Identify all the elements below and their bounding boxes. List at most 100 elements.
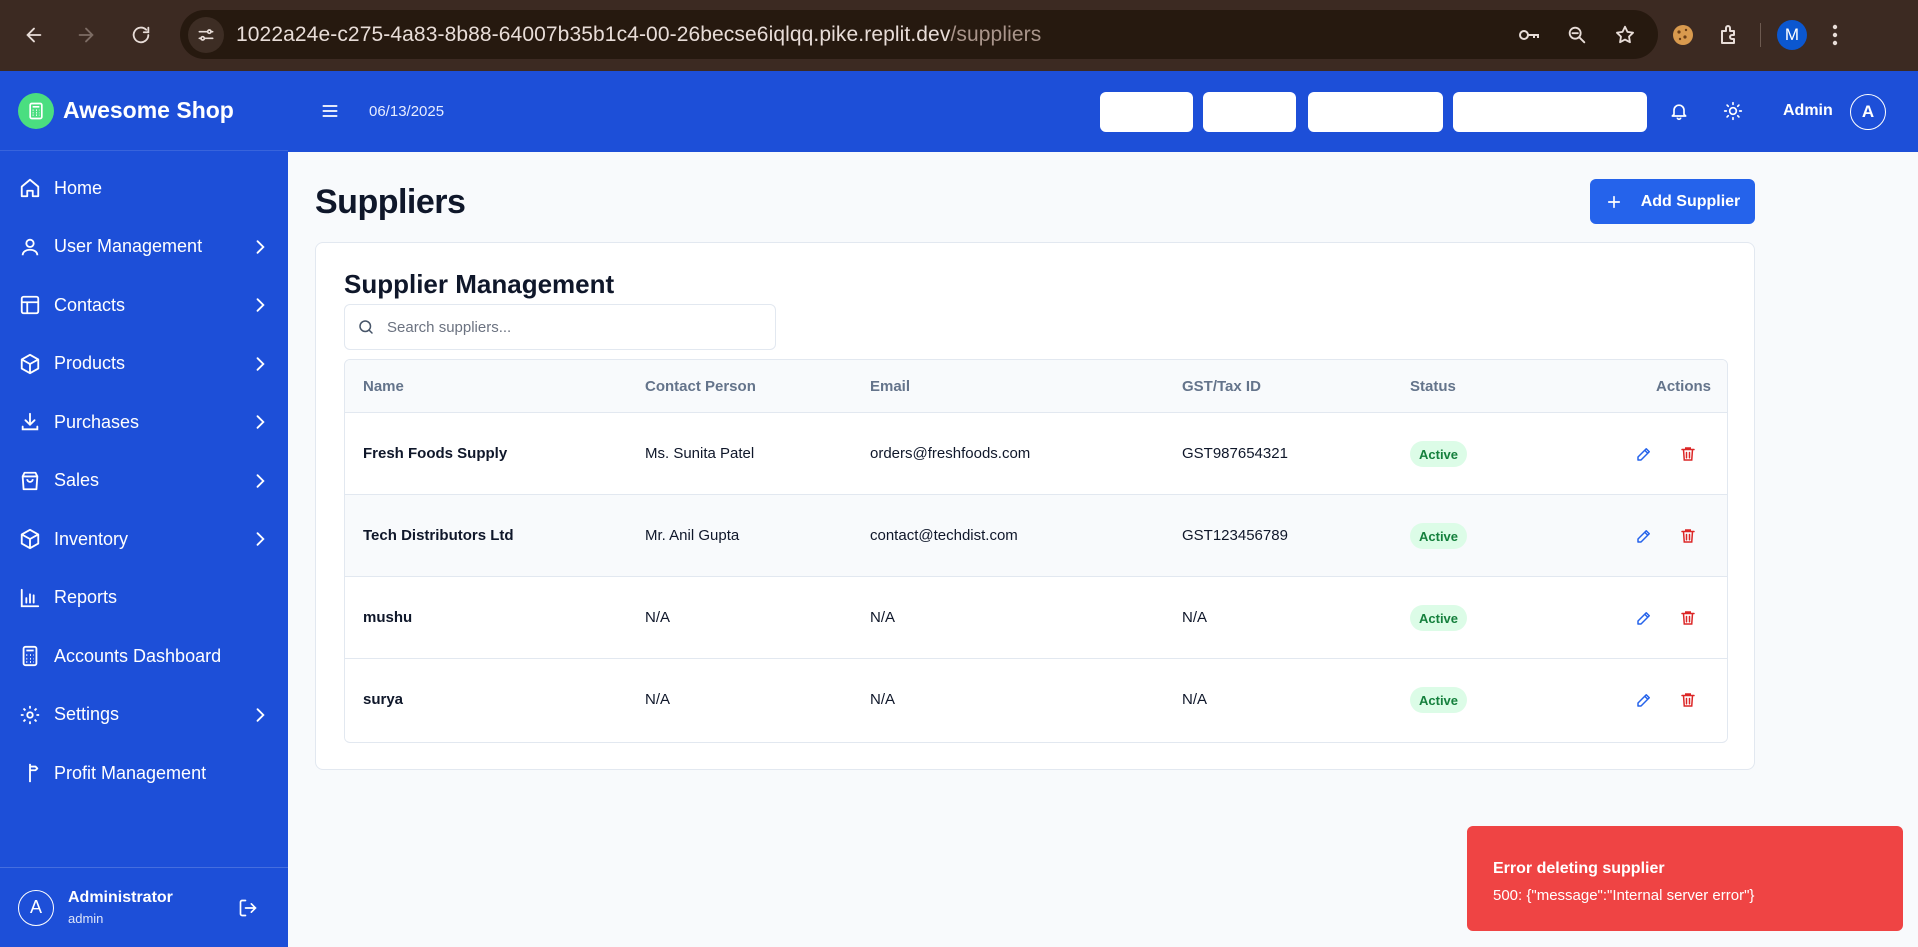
sidebar-item-label: Contacts xyxy=(54,294,126,315)
sidebar-item-accounts-dashboard[interactable]: Accounts Dashboard xyxy=(0,627,288,686)
add-supplier-button[interactable]: Add Supplier xyxy=(1590,179,1755,224)
contact-person: Ms. Sunita Patel xyxy=(645,445,755,462)
key-icon[interactable] xyxy=(1510,16,1548,54)
address-bar[interactable]: 1022a24e-c275-4a83-8b88-64007b35b1c4-00-… xyxy=(180,10,1658,59)
contact-person: N/A xyxy=(645,609,671,626)
package-icon xyxy=(18,527,42,551)
top-header: 06/13/2025 Admin A xyxy=(288,71,1918,152)
menu-icon[interactable] xyxy=(318,99,342,123)
trash-icon[interactable] xyxy=(1676,442,1700,466)
column-header-name[interactable]: Name xyxy=(363,378,404,395)
sidebar: Awesome Shop Home User Management Contac… xyxy=(0,71,288,947)
supplier-name: Tech Distributors Ltd xyxy=(363,527,514,544)
star-icon[interactable] xyxy=(1606,16,1644,54)
table-row[interactable]: surya N/A N/A N/A Active xyxy=(345,659,1727,741)
status-badge: Active xyxy=(1410,605,1468,631)
reload-icon xyxy=(132,26,150,44)
calculator-icon xyxy=(18,644,42,668)
error-toast[interactable]: Error deleting supplier 500: {"message":… xyxy=(1467,826,1903,931)
user-name: Administrator xyxy=(68,889,173,906)
kebab-menu-icon[interactable] xyxy=(1823,20,1847,50)
table-header: Name Contact Person Email GST/Tax ID Sta… xyxy=(345,360,1727,413)
current-date: 06/13/2025 xyxy=(369,103,445,120)
chevron-right-icon xyxy=(248,352,272,376)
email: orders@freshfoods.com xyxy=(870,445,1031,462)
cookie-icon[interactable] xyxy=(1668,20,1698,50)
sidebar-item-inventory[interactable]: Inventory xyxy=(0,510,288,569)
search-box[interactable] xyxy=(344,304,776,350)
sidebar-item-settings[interactable]: Settings xyxy=(0,686,288,745)
header-button-4[interactable] xyxy=(1453,92,1647,132)
edit-icon[interactable] xyxy=(1632,606,1656,630)
reload-button[interactable] xyxy=(121,15,161,55)
sidebar-item-profit-management[interactable]: Profit Management xyxy=(0,744,288,803)
edit-icon[interactable] xyxy=(1632,524,1656,548)
sidebar-item-purchases[interactable]: Purchases xyxy=(0,393,288,452)
sidebar-item-label: Profit Management xyxy=(54,762,207,783)
sidebar-menu: Home User Management Contacts Products P… xyxy=(0,151,288,803)
calculator-logo-icon xyxy=(18,92,54,129)
table-row[interactable]: mushu N/A N/A N/A Active xyxy=(345,577,1727,659)
sidebar-item-products[interactable]: Products xyxy=(0,335,288,394)
gst-id: N/A xyxy=(1182,609,1208,626)
trash-icon[interactable] xyxy=(1676,606,1700,630)
sidebar-item-sales[interactable]: Sales xyxy=(0,452,288,511)
supplier-name: mushu xyxy=(363,609,413,626)
back-button[interactable] xyxy=(14,15,54,55)
contact-person: N/A xyxy=(645,691,671,708)
add-supplier-label: Add Supplier xyxy=(1640,192,1741,210)
edit-icon[interactable] xyxy=(1632,442,1656,466)
column-header-gst[interactable]: GST/Tax ID xyxy=(1182,378,1261,395)
profile-avatar[interactable]: M xyxy=(1777,20,1807,50)
sidebar-item-label: Inventory xyxy=(54,528,129,549)
table-row[interactable]: Fresh Foods Supply Ms. Sunita Patel orde… xyxy=(345,413,1727,495)
header-button-2[interactable] xyxy=(1203,92,1296,132)
bell-icon[interactable] xyxy=(1667,99,1691,123)
arrow-right-icon xyxy=(78,27,94,43)
bar-chart-icon xyxy=(18,586,42,610)
sidebar-item-label: Accounts Dashboard xyxy=(54,645,222,666)
toast-title: Error deleting supplier xyxy=(1493,860,1665,877)
admin-label[interactable]: Admin xyxy=(1783,102,1833,120)
sun-icon[interactable] xyxy=(1721,99,1745,123)
column-header-actions: Actions xyxy=(1656,378,1712,395)
chevron-right-icon xyxy=(248,527,272,551)
table-row[interactable]: Tech Distributors Ltd Mr. Anil Gupta con… xyxy=(345,495,1727,577)
logout-icon[interactable] xyxy=(236,896,260,920)
supplier-name: surya xyxy=(363,691,404,708)
status-badge: Active xyxy=(1410,687,1468,713)
user-role: admin xyxy=(68,911,104,926)
edit-icon[interactable] xyxy=(1632,688,1656,712)
gear-icon xyxy=(18,703,42,727)
header-button-1[interactable] xyxy=(1100,92,1193,132)
column-header-email[interactable]: Email xyxy=(870,378,910,395)
sidebar-user: A Administrator admin xyxy=(0,867,288,947)
sidebar-item-home[interactable]: Home xyxy=(0,159,288,218)
avatar[interactable]: A xyxy=(1850,94,1886,130)
brand[interactable]: Awesome Shop xyxy=(0,71,288,151)
sidebar-item-label: Reports xyxy=(54,587,118,608)
column-header-contact-person[interactable]: Contact Person xyxy=(645,378,756,395)
supplier-name: Fresh Foods Supply xyxy=(363,445,508,462)
sidebar-item-user-management[interactable]: User Management xyxy=(0,218,288,277)
sidebar-item-label: Sales xyxy=(54,470,100,491)
shopping-bag-icon xyxy=(18,469,42,493)
forward-button[interactable] xyxy=(66,15,106,55)
sidebar-item-reports[interactable]: Reports xyxy=(0,569,288,628)
chevron-right-icon xyxy=(248,410,272,434)
package-icon xyxy=(18,352,42,376)
status-badge: Active xyxy=(1410,441,1468,467)
email: N/A xyxy=(870,609,896,626)
avatar[interactable]: A xyxy=(18,889,54,926)
extensions-icon[interactable] xyxy=(1714,20,1744,50)
trash-icon[interactable] xyxy=(1676,688,1700,712)
chevron-right-icon xyxy=(248,703,272,727)
header-button-3[interactable] xyxy=(1308,92,1443,132)
sidebar-item-contacts[interactable]: Contacts xyxy=(0,276,288,335)
search-input[interactable] xyxy=(387,318,767,336)
trash-icon[interactable] xyxy=(1676,524,1700,548)
zoom-icon[interactable] xyxy=(1558,16,1596,54)
site-info-icon[interactable] xyxy=(188,16,224,53)
column-header-status[interactable]: Status xyxy=(1410,378,1456,395)
url-text: 1022a24e-c275-4a83-8b88-64007b35b1c4-00-… xyxy=(236,22,1042,46)
